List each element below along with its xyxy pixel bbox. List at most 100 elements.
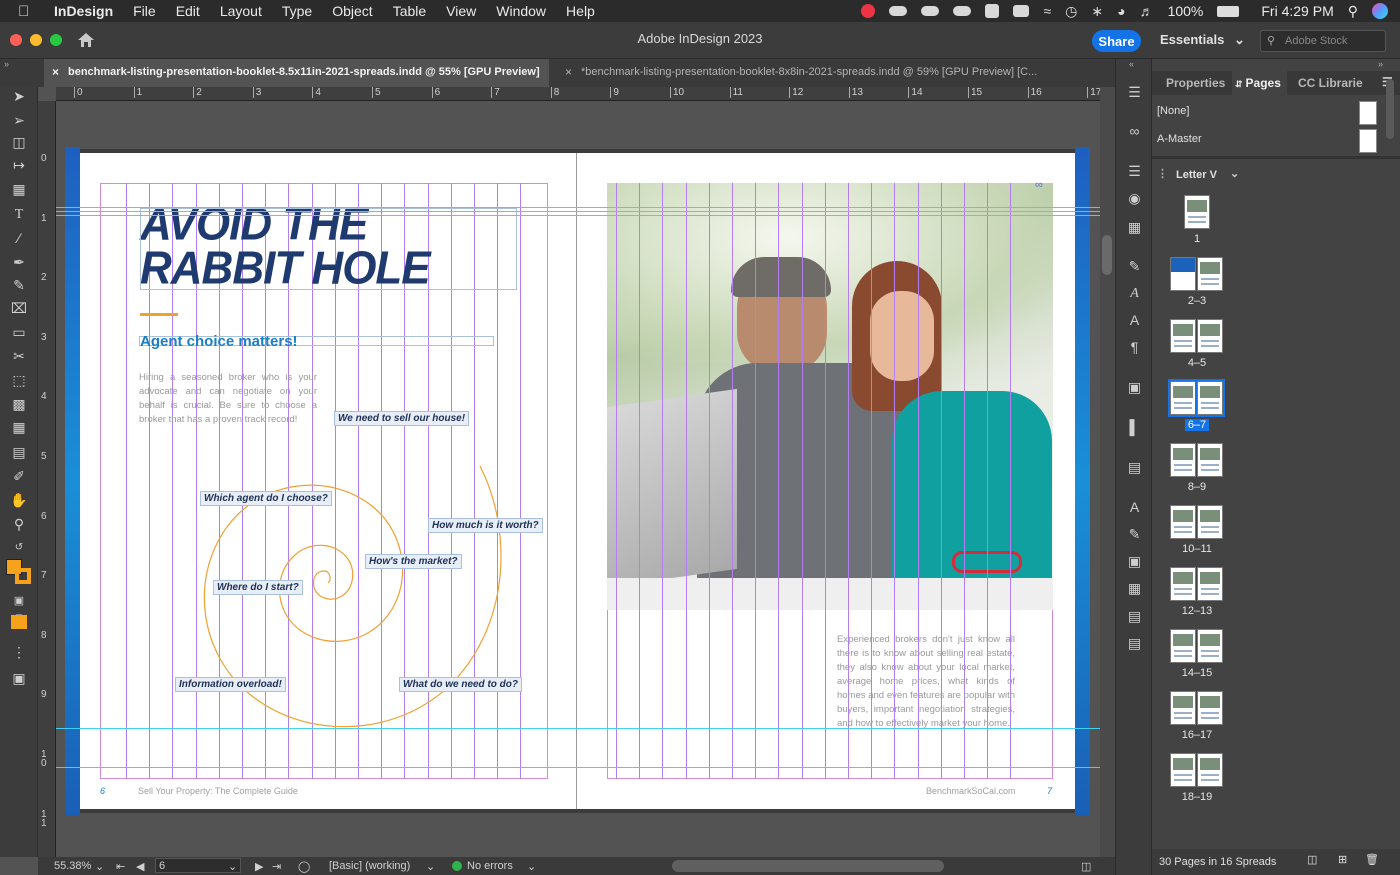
- tab-cc-libraries[interactable]: CC Librarie: [1298, 76, 1363, 90]
- open-page-icon[interactable]: ◯: [298, 860, 310, 873]
- menu-help[interactable]: Help: [566, 3, 595, 19]
- menu-app[interactable]: InDesign: [54, 3, 113, 19]
- stack-tray-icon[interactable]: [1013, 5, 1030, 17]
- page-thumbnail[interactable]: [1197, 691, 1223, 725]
- rectangle-tool-icon[interactable]: ▭: [10, 323, 28, 341]
- body-text-right[interactable]: Experienced brokers don't just know all …: [837, 633, 1015, 731]
- tab-doc-8x11[interactable]: × benchmark-listing-presentation-booklet…: [44, 59, 549, 87]
- creative-cloud-icon[interactable]: [861, 4, 876, 18]
- ruler-guide[interactable]: [56, 767, 1100, 768]
- clock[interactable]: Fri 4:29 PM: [1261, 3, 1333, 19]
- menu-view[interactable]: View: [446, 3, 476, 19]
- menu-type[interactable]: Type: [282, 3, 312, 19]
- page-thumbnail[interactable]: [1170, 505, 1196, 539]
- last-page-button[interactable]: ⇥: [272, 860, 281, 873]
- callout-which-agent[interactable]: Which agent do I choose?: [200, 491, 332, 506]
- content-collector-icon[interactable]: ▦: [10, 180, 28, 198]
- stroke-swatch[interactable]: [15, 568, 31, 584]
- stroke-icon[interactable]: ☰: [1126, 163, 1143, 180]
- page-menu-chevron-icon[interactable]: ⌄: [228, 860, 237, 873]
- view-mode-icon[interactable]: ▣: [10, 669, 28, 687]
- panel-scrollbar[interactable]: [1386, 79, 1394, 139]
- chevron-down-icon[interactable]: ⌄: [527, 860, 536, 873]
- callout-where-start[interactable]: Where do I start?: [213, 580, 303, 595]
- close-tab-icon[interactable]: ×: [565, 65, 572, 79]
- close-tab-icon[interactable]: ×: [52, 65, 59, 79]
- battery-icon[interactable]: [1217, 5, 1240, 17]
- page-thumbnail[interactable]: [1197, 567, 1223, 601]
- preflight-status[interactable]: No errors: [467, 860, 513, 872]
- page-thumbnail[interactable]: [1170, 443, 1196, 477]
- app-tray-icon[interactable]: [985, 4, 1000, 18]
- master-a[interactable]: A-Master: [1152, 127, 1400, 155]
- next-page-button[interactable]: ▶: [255, 860, 263, 873]
- type-tool-icon[interactable]: T: [10, 206, 28, 224]
- object-styles-icon[interactable]: ✎: [1126, 526, 1143, 543]
- page-thumbnail[interactable]: [1170, 567, 1196, 601]
- bluetooth-icon[interactable]: ∗: [1091, 3, 1103, 20]
- ruler-guide[interactable]: [56, 207, 1100, 208]
- color-icon[interactable]: ▦: [1126, 219, 1143, 236]
- page-thumbnail[interactable]: [1170, 753, 1196, 787]
- first-page-button[interactable]: ⇤: [116, 860, 125, 873]
- page-tool-icon[interactable]: ◫: [10, 133, 28, 151]
- cloud-sync-icon[interactable]: [921, 6, 940, 16]
- note-tool-icon[interactable]: ▤: [10, 443, 28, 461]
- ruler-guide[interactable]: [56, 215, 1100, 216]
- bolt-tray-icon[interactable]: ≈: [1043, 3, 1051, 19]
- edit-page-size-icon[interactable]: ◫: [1307, 853, 1317, 866]
- callout-overload[interactable]: Information overload!: [175, 677, 286, 692]
- apple-menu-icon[interactable]: : [18, 3, 38, 20]
- ruler-guide[interactable]: [56, 728, 1100, 729]
- callout-how-much[interactable]: How much is it worth?: [428, 518, 543, 533]
- spread-thumbnail[interactable]: 10–11: [1170, 505, 1250, 559]
- siri-icon[interactable]: [1372, 3, 1388, 19]
- menu-layout[interactable]: Layout: [220, 3, 262, 19]
- effects-icon[interactable]: ▣: [1126, 553, 1143, 570]
- subhead[interactable]: Agent choice matters!: [139, 334, 494, 349]
- zoom-tool-icon[interactable]: ⚲: [10, 515, 28, 533]
- time-machine-icon[interactable]: ◷: [1065, 3, 1077, 20]
- page-thumbnail[interactable]: [1197, 753, 1223, 787]
- text-wrap-icon[interactable]: ▤: [1126, 459, 1143, 476]
- master-none[interactable]: [None]: [1152, 99, 1400, 127]
- apply-color-swatch[interactable]: [11, 615, 27, 629]
- preflight-profile[interactable]: [Basic] (working): [329, 860, 410, 872]
- panel-collapse-left-icon[interactable]: »: [4, 59, 9, 69]
- gradient-tool-icon[interactable]: ▩: [10, 395, 28, 413]
- link-icon[interactable]: ∞: [1035, 179, 1043, 191]
- split-window-icon[interactable]: ◫: [1081, 860, 1091, 873]
- fill-stroke-swatch[interactable]: [6, 559, 32, 585]
- pen-tool-icon[interactable]: ✒: [10, 253, 28, 271]
- page-thumbnail[interactable]: [1170, 257, 1196, 291]
- direct-selection-tool-icon[interactable]: ➢: [10, 111, 28, 129]
- page-6[interactable]: AVOID THE RABBIT HOLE Agent choice matte…: [80, 153, 576, 809]
- callout-market[interactable]: How's the market?: [365, 554, 462, 569]
- glyphs-icon[interactable]: A: [1126, 499, 1143, 516]
- pathfinder-icon[interactable]: ▣: [1126, 379, 1143, 396]
- panel-collapse-icon[interactable]: «: [1129, 59, 1134, 69]
- selection-tool-icon[interactable]: ➤: [10, 87, 28, 105]
- callout-what-do[interactable]: What do we need to do?: [399, 677, 522, 692]
- menu-table[interactable]: Table: [393, 3, 426, 19]
- horizontal-scroll-thumb[interactable]: [672, 860, 944, 872]
- zoom-level[interactable]: 55.38%: [54, 860, 91, 872]
- page-thumbnail[interactable]: [1197, 505, 1223, 539]
- couple-laptop-photo[interactable]: [607, 183, 1053, 610]
- master-thumbnail[interactable]: [1359, 101, 1377, 125]
- spread-thumbnail[interactable]: 18–19: [1170, 753, 1250, 807]
- page-thumbnail[interactable]: [1197, 443, 1223, 477]
- swap-colors-icon[interactable]: ↺: [10, 539, 28, 557]
- cell-styles-icon[interactable]: ▤: [1126, 635, 1143, 652]
- page-thumbnail[interactable]: [1197, 257, 1223, 291]
- workspace-switcher[interactable]: Essentials ⌄: [1160, 32, 1245, 48]
- page-thumbnail[interactable]: [1170, 629, 1196, 663]
- page-thumbnail[interactable]: [1168, 379, 1198, 417]
- previous-page-button[interactable]: ◀: [136, 860, 144, 873]
- page-thumbnail[interactable]: [1197, 319, 1223, 353]
- callout-sell-house[interactable]: We need to sell our house!: [334, 411, 470, 426]
- wifi-icon[interactable]: ◕: [1117, 3, 1125, 19]
- screen-mode-icon[interactable]: ⋮: [10, 643, 28, 661]
- adobe-stock-search[interactable]: ⚲ Adobe Stock: [1260, 30, 1386, 52]
- spread-thumbnail[interactable]: 14–15: [1170, 629, 1250, 683]
